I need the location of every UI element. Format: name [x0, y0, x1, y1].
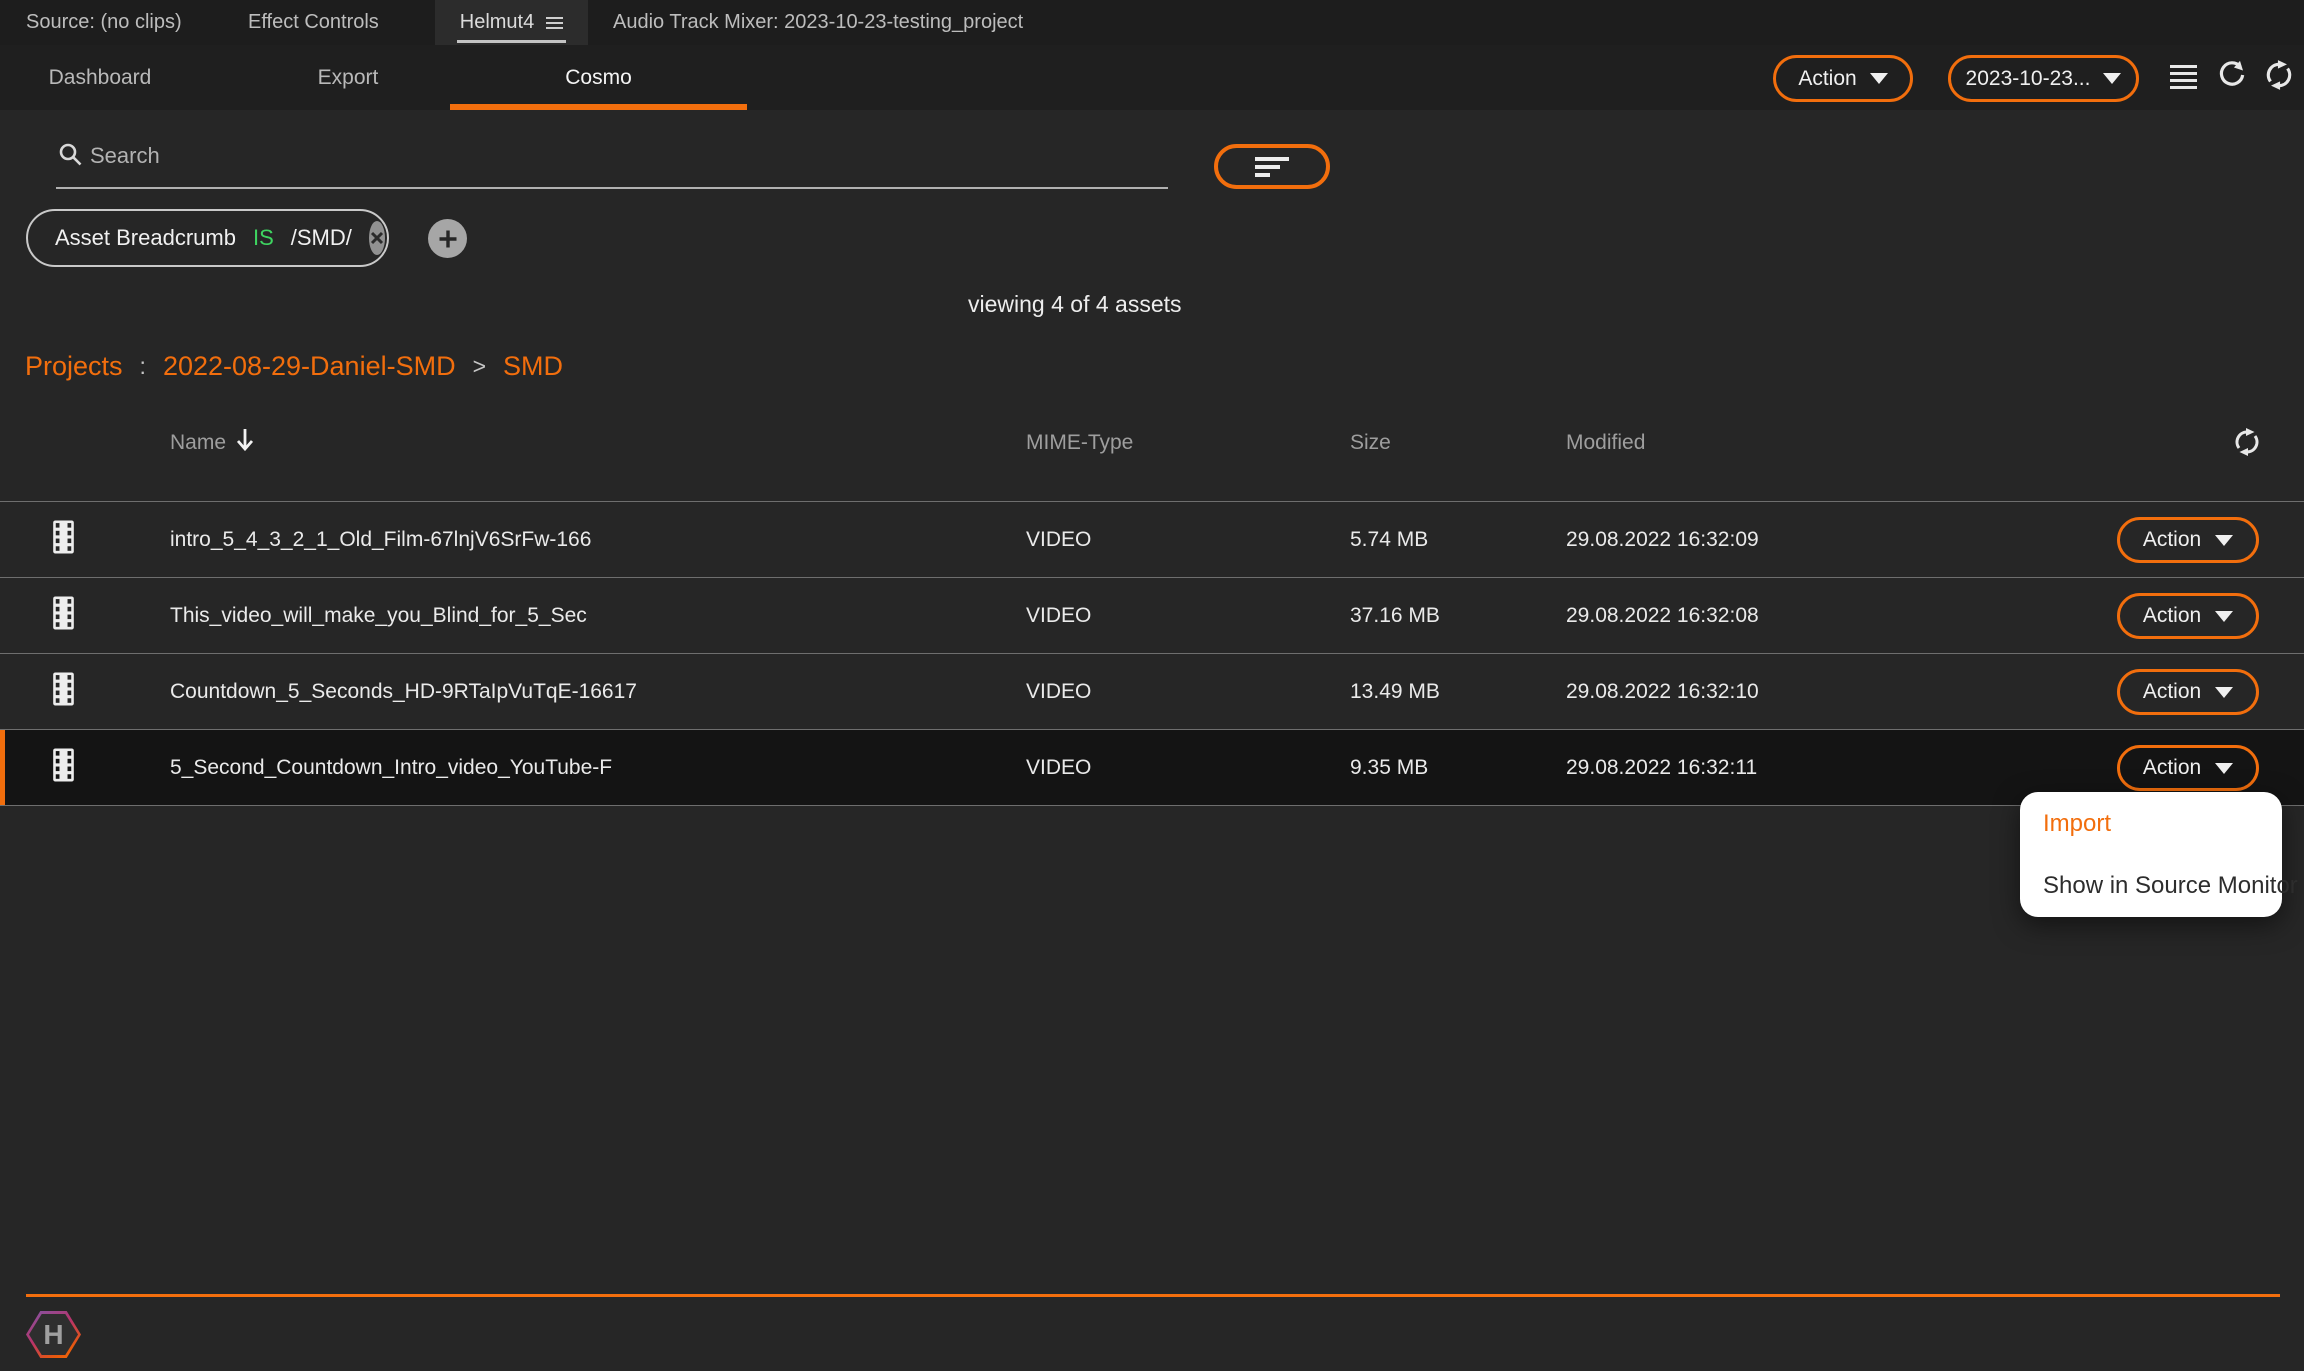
chevron-down-icon	[2215, 763, 2233, 774]
film-icon	[53, 520, 74, 559]
chevron-down-icon	[2215, 535, 2233, 546]
breadcrumb: Projects : 2022-08-29-Daniel-SMD > SMD	[25, 351, 563, 382]
row-action-dropdown[interactable]: Action	[2117, 669, 2259, 715]
table-row-selected[interactable]: 5_Second_Countdown_Intro_video_YouTube-F…	[0, 729, 2304, 805]
project-dropdown[interactable]: 2023-10-23...	[1948, 55, 2139, 102]
tab-export[interactable]: Export	[248, 45, 448, 110]
tab-helmut4-label: Helmut4	[460, 11, 534, 34]
asset-modified: 29.08.2022 16:32:11	[1566, 756, 1757, 780]
list-icon[interactable]	[2170, 61, 2197, 93]
search-input[interactable]	[90, 140, 1090, 172]
asset-name: 5_Second_Countdown_Intro_video_YouTube-F	[170, 756, 612, 780]
menu-item-import[interactable]: Import	[2043, 810, 2111, 838]
asset-size: 13.49 MB	[1350, 680, 1440, 704]
column-header-mime[interactable]: MIME-Type	[1026, 431, 1133, 455]
helmut4-panel: Source: (no clips) Effect Controls Helmu…	[0, 0, 2304, 1371]
filter-chip-field: Asset Breadcrumb	[55, 225, 236, 251]
breadcrumb-separator: :	[140, 353, 146, 380]
sort-descending-icon[interactable]	[234, 427, 256, 458]
filter-chip-operator: IS	[253, 225, 274, 251]
row-action-dropdown[interactable]: Action	[2117, 593, 2259, 639]
table-row[interactable]: intro_5_4_3_2_1_Old_Film-67lnjV6SrFw-166…	[0, 501, 2304, 577]
table-row[interactable]: Countdown_5_Seconds_HD-9RTaIpVuTqE-16617…	[0, 653, 2304, 729]
filter-button[interactable]	[1214, 144, 1330, 189]
action-context-menu: Import Show in Source Monitor	[2020, 792, 2282, 917]
sync-icon[interactable]	[2263, 59, 2295, 94]
tab-effect-controls[interactable]: Effect Controls	[248, 0, 379, 45]
tab-audio-track-mixer[interactable]: Audio Track Mixer: 2023-10-23-testing_pr…	[613, 0, 1023, 45]
asset-modified: 29.08.2022 16:32:08	[1566, 604, 1759, 628]
asset-size: 9.35 MB	[1350, 756, 1428, 780]
remove-filter-button[interactable]	[369, 221, 385, 255]
asset-name: intro_5_4_3_2_1_Old_Film-67lnjV6SrFw-166	[170, 528, 591, 552]
asset-modified: 29.08.2022 16:32:09	[1566, 528, 1759, 552]
project-dropdown-label: 2023-10-23...	[1966, 67, 2091, 91]
film-icon	[53, 748, 74, 787]
chevron-down-icon	[2215, 687, 2233, 698]
search-underline	[56, 187, 1168, 189]
filter-chip-value: /SMD/	[291, 225, 352, 251]
action-dropdown-label: Action	[1798, 67, 1856, 91]
film-icon	[53, 672, 74, 711]
table-row[interactable]: This_video_will_make_you_Blind_for_5_Sec…	[0, 577, 2304, 653]
row-action-label: Action	[2143, 528, 2201, 552]
tab-cosmo[interactable]: Cosmo	[450, 45, 747, 110]
refresh-table-icon[interactable]	[2232, 427, 2262, 460]
row-action-dropdown[interactable]: Action	[2117, 745, 2259, 791]
asset-modified: 29.08.2022 16:32:10	[1566, 680, 1759, 704]
table-bottom-divider	[0, 805, 2304, 806]
row-action-dropdown[interactable]: Action	[2117, 517, 2259, 563]
plus-icon	[438, 229, 458, 249]
breadcrumb-project[interactable]: 2022-08-29-Daniel-SMD	[163, 351, 456, 382]
tab-dashboard[interactable]: Dashboard	[0, 45, 200, 110]
tab-helmut4[interactable]: Helmut4	[435, 0, 588, 45]
breadcrumb-separator: >	[473, 353, 486, 380]
asset-name: Countdown_5_Seconds_HD-9RTaIpVuTqE-16617	[170, 680, 637, 704]
menu-item-show-in-source-monitor[interactable]: Show in Source Monitor	[2043, 872, 2298, 900]
footer-divider	[26, 1294, 2280, 1297]
panel-menu-icon[interactable]	[546, 14, 563, 32]
breadcrumb-projects[interactable]: Projects	[25, 351, 123, 382]
action-dropdown[interactable]: Action	[1773, 55, 1913, 102]
filter-chip[interactable]: Asset Breadcrumb IS /SMD/	[26, 209, 389, 267]
panel-tab-bar: Source: (no clips) Effect Controls Helmu…	[0, 0, 2304, 45]
chevron-down-icon	[2215, 611, 2233, 622]
helmut-logo-letter: H	[29, 1314, 78, 1355]
add-filter-button[interactable]	[428, 219, 467, 258]
helmut-logo: H	[26, 1311, 81, 1358]
chevron-down-icon	[1870, 73, 1888, 84]
row-action-label: Action	[2143, 680, 2201, 704]
asset-size: 37.16 MB	[1350, 604, 1440, 628]
asset-name: This_video_will_make_you_Blind_for_5_Sec	[170, 604, 587, 628]
chevron-down-icon	[2103, 73, 2121, 84]
column-header-size[interactable]: Size	[1350, 431, 1391, 455]
filter-icon	[1255, 153, 1289, 181]
tab-source-monitor[interactable]: Source: (no clips)	[26, 0, 182, 45]
row-action-label: Action	[2143, 756, 2201, 780]
helmut-nav-bar: Dashboard Export Cosmo Action 2023-10-23…	[0, 45, 2304, 110]
asset-mime: VIDEO	[1026, 756, 1091, 780]
asset-mime: VIDEO	[1026, 528, 1091, 552]
film-icon	[53, 596, 74, 635]
asset-size: 5.74 MB	[1350, 528, 1428, 552]
close-icon	[369, 230, 385, 246]
asset-mime: VIDEO	[1026, 604, 1091, 628]
asset-count-status: viewing 4 of 4 assets	[968, 291, 1182, 318]
breadcrumb-folder[interactable]: SMD	[503, 351, 563, 382]
asset-mime: VIDEO	[1026, 680, 1091, 704]
search-icon	[58, 142, 84, 173]
refresh-icon[interactable]	[2216, 59, 2248, 94]
column-header-name[interactable]: Name	[170, 431, 226, 455]
column-header-modified[interactable]: Modified	[1566, 431, 1645, 455]
row-action-label: Action	[2143, 604, 2201, 628]
